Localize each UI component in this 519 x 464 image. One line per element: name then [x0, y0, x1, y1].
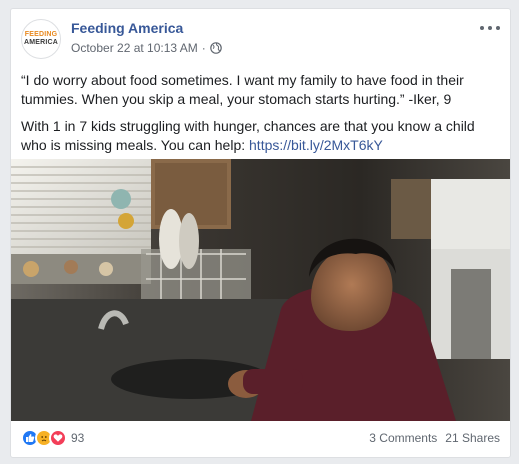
cta-text: With 1 in 7 kids struggling with hunger,…	[21, 118, 475, 153]
reactions-summary[interactable]: 93	[21, 429, 84, 447]
more-options-button[interactable]	[480, 21, 500, 35]
post-footer: 93 3 Comments 21 Shares	[21, 427, 500, 449]
ellipsis-icon-dot	[496, 26, 500, 30]
post-text: “I do worry about food sometimes. I want…	[21, 71, 498, 163]
meta-separator: ·	[201, 41, 206, 55]
page-avatar[interactable]: FEEDING AMERICA	[21, 19, 61, 59]
logo-line1: FEEDING	[24, 31, 58, 38]
ellipsis-icon-dot	[488, 26, 492, 30]
globe-icon[interactable]	[209, 42, 222, 54]
post-call-to-action: With 1 in 7 kids struggling with hunger,…	[21, 117, 498, 155]
shares-count-link[interactable]: 21 Shares	[445, 431, 500, 445]
post-photo[interactable]	[11, 159, 510, 421]
post-quote: “I do worry about food sometimes. I want…	[21, 72, 464, 107]
engagement-stats: 3 Comments 21 Shares	[369, 431, 500, 445]
post-timestamp[interactable]: October 22 at 10:13 AM	[71, 41, 198, 55]
ellipsis-icon-dot	[480, 26, 484, 30]
post-meta: October 22 at 10:13 AM ·	[71, 41, 222, 55]
donate-link[interactable]: https://bit.ly/2MxT6kY	[249, 137, 383, 153]
post-card: FEEDING AMERICA Feeding America October …	[10, 8, 511, 458]
reaction-count: 93	[71, 431, 85, 445]
page-name-link[interactable]: Feeding America	[71, 20, 183, 36]
logo-line2: AMERICA	[23, 39, 59, 46]
post-header: FEEDING AMERICA Feeding America October …	[21, 19, 500, 65]
comments-count-link[interactable]: 3 Comments	[369, 431, 437, 445]
kitchen-photo-illustration	[11, 159, 510, 421]
love-icon	[49, 429, 67, 447]
